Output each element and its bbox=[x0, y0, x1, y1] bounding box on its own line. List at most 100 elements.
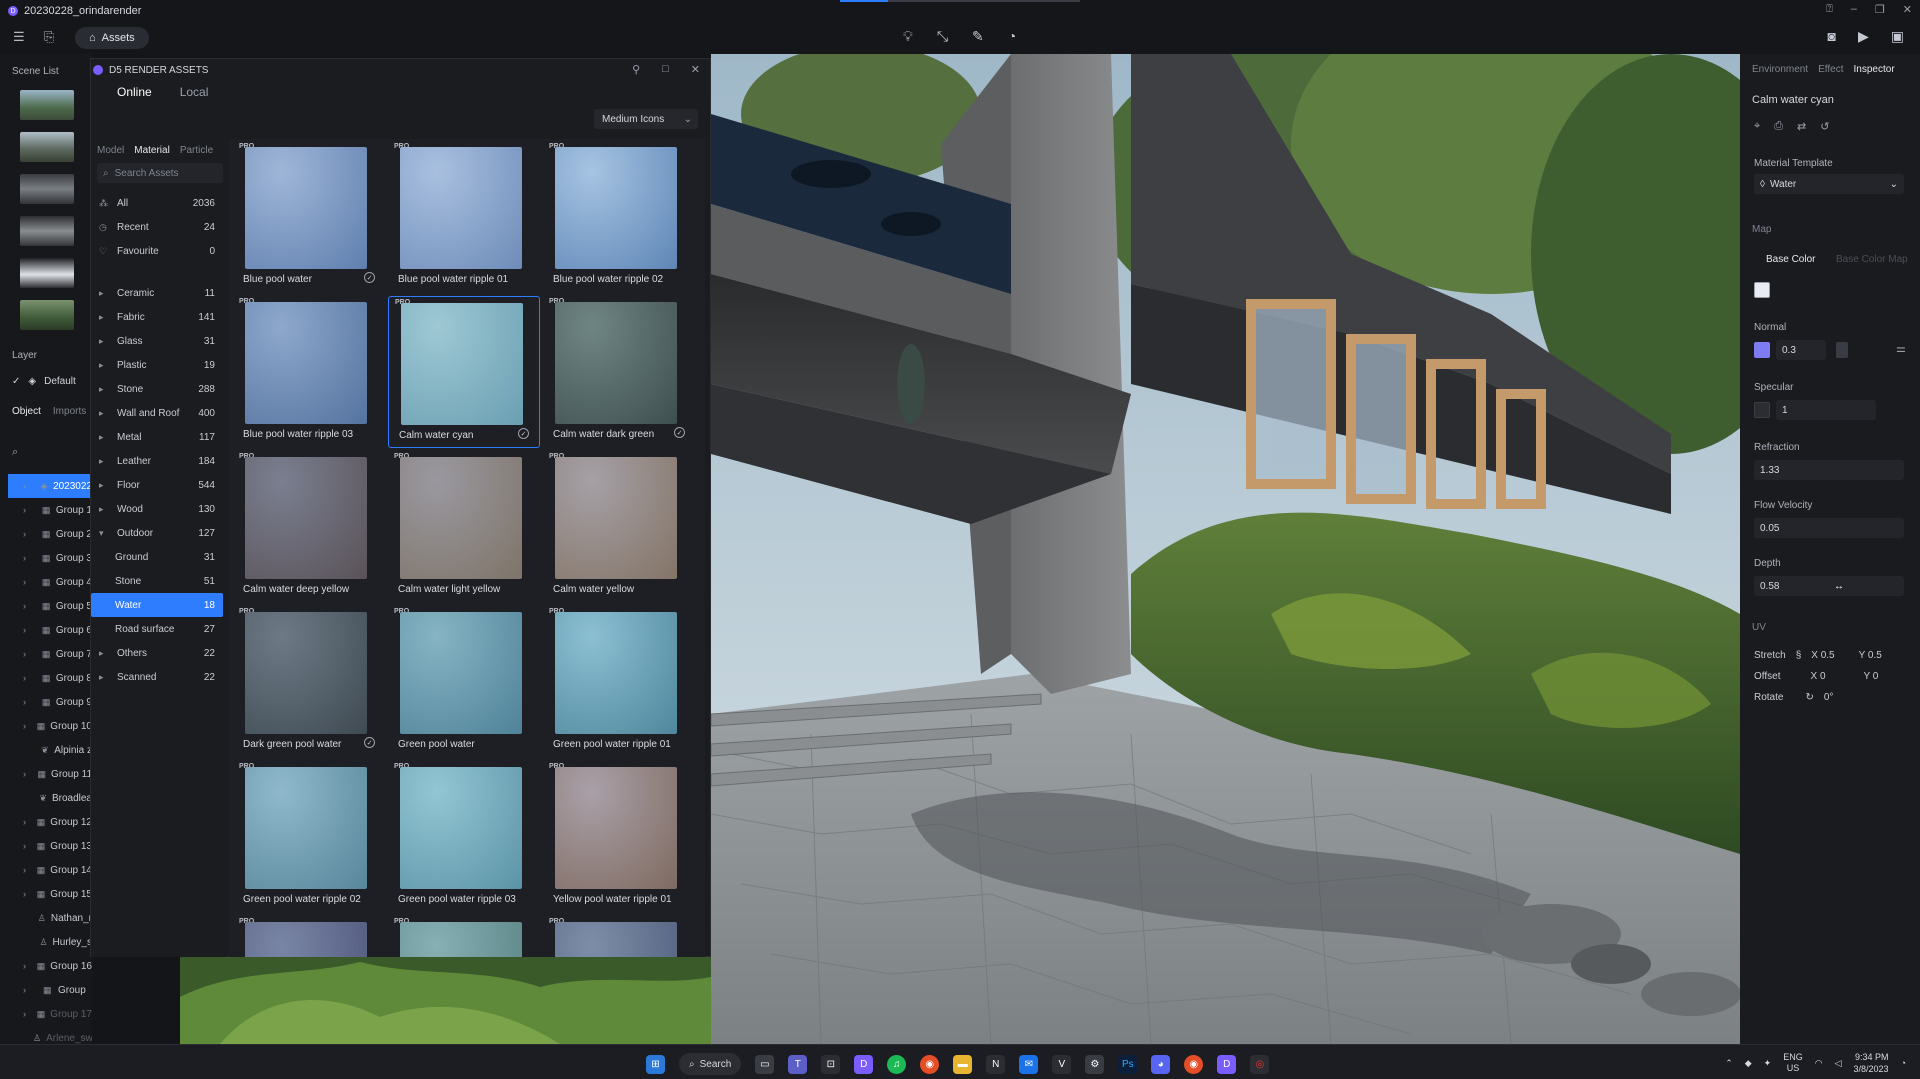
material-tile[interactable]: PROGreen pool water ripple 03 bbox=[388, 761, 540, 913]
caret-right-icon[interactable]: ▸ bbox=[99, 408, 111, 419]
filter-all[interactable]: ⁂ All 2036 bbox=[91, 191, 223, 215]
object-list-item[interactable]: ♙ Hurley_s bbox=[0, 930, 92, 954]
chevron-right-icon[interactable]: › bbox=[23, 673, 32, 683]
path-tool-icon[interactable]: ⤡ bbox=[937, 28, 948, 45]
taskbar-search[interactable]: ⌕ Search bbox=[679, 1053, 742, 1075]
normal-strength-field[interactable]: 0.3 bbox=[1776, 340, 1826, 360]
material-tile[interactable]: PRO bbox=[233, 916, 385, 957]
pin-icon[interactable]: ⚲ bbox=[632, 63, 640, 76]
object-list-item[interactable]: › ▦ Group 4 bbox=[0, 570, 92, 594]
pick-material-icon[interactable]: ⌖ bbox=[1754, 120, 1760, 133]
category-item[interactable]: ▸ Ceramic 11 bbox=[91, 281, 223, 305]
d5-app-icon[interactable]: D bbox=[854, 1054, 874, 1074]
scene-thumbnail[interactable] bbox=[20, 216, 74, 246]
material-tile[interactable]: PROCalm water deep yellow bbox=[233, 451, 385, 603]
file-explorer-icon[interactable]: ▬ bbox=[953, 1054, 973, 1074]
caret-right-icon[interactable]: ▸ bbox=[99, 432, 111, 443]
store-icon[interactable]: ⊡ bbox=[821, 1054, 841, 1074]
caret-right-icon[interactable]: ▸ bbox=[99, 672, 111, 683]
filter-recent[interactable]: ◷ Recent 24 bbox=[91, 215, 223, 239]
object-list-item[interactable]: › ▦ Group 7 bbox=[0, 642, 92, 666]
tray-app-icon[interactable]: ✦ bbox=[1764, 1058, 1772, 1069]
object-list-item[interactable]: › ▦ Group 2 bbox=[0, 522, 92, 546]
category-item[interactable]: ▸ Glass 31 bbox=[91, 329, 223, 353]
assets-window-header[interactable]: D5 RENDER ASSETS ⚲ □ ✕ bbox=[91, 59, 710, 81]
chevron-right-icon[interactable]: › bbox=[23, 1009, 27, 1019]
tab-particle[interactable]: Particle bbox=[180, 145, 213, 156]
object-list-item[interactable]: › ▦ Group 14 bbox=[0, 858, 92, 882]
object-list-item[interactable]: › ▦ Group 16 bbox=[0, 954, 92, 978]
language-indicator[interactable]: ENG US bbox=[1783, 1052, 1803, 1074]
assets-button[interactable]: ⌂ Assets bbox=[75, 27, 149, 49]
chevron-right-icon[interactable]: › bbox=[23, 985, 33, 995]
offset-y-field[interactable]: Y 0 bbox=[1864, 671, 1879, 682]
chevron-right-icon[interactable]: › bbox=[23, 841, 27, 851]
specular-field[interactable]: 1 bbox=[1776, 400, 1876, 420]
material-tile[interactable]: PROBlue pool water ripple 03 bbox=[233, 296, 385, 448]
scene-thumbnail[interactable] bbox=[20, 300, 74, 330]
reset-icon[interactable]: ↺ bbox=[1820, 120, 1829, 133]
stretch-y-field[interactable]: Y 0.5 bbox=[1859, 650, 1882, 661]
category-item[interactable]: Water 18 bbox=[91, 593, 223, 617]
caret-right-icon[interactable]: ▸ bbox=[99, 360, 111, 371]
caret-right-icon[interactable]: ▸ bbox=[99, 384, 111, 395]
notion-icon[interactable]: N bbox=[986, 1054, 1006, 1074]
object-list-item[interactable]: › ▦ Group 17 ◌ bbox=[0, 1002, 92, 1026]
minimize-icon[interactable]: – bbox=[1851, 3, 1857, 16]
material-tile[interactable]: PRO bbox=[388, 916, 540, 957]
object-list-item[interactable]: ♙Arlene_swimming_01◌ bbox=[0, 1026, 92, 1044]
tab-effect[interactable]: Effect bbox=[1818, 64, 1843, 75]
chevron-right-icon[interactable]: › bbox=[23, 625, 32, 635]
chevron-right-icon[interactable]: › bbox=[23, 865, 27, 875]
tray-app-icon[interactable]: ◆ bbox=[1745, 1058, 1752, 1069]
scene-thumbnail[interactable] bbox=[20, 132, 74, 162]
rotate-field[interactable]: 0° bbox=[1824, 692, 1834, 703]
normal-map-swatch[interactable] bbox=[1754, 342, 1770, 358]
spotify-icon[interactable]: ♫ bbox=[887, 1054, 907, 1074]
caret-right-icon[interactable]: ▸ bbox=[99, 648, 111, 659]
object-list-item[interactable]: › ▦ Group 9 bbox=[0, 690, 92, 714]
uv-section-header[interactable]: UV bbox=[1752, 622, 1766, 633]
tab-model[interactable]: Model bbox=[97, 145, 124, 156]
maximize-icon[interactable]: □ bbox=[662, 63, 669, 76]
hidden-eye-icon[interactable]: ◌ bbox=[81, 1009, 86, 1019]
tab-base-color[interactable]: Base Color bbox=[1766, 254, 1815, 265]
caret-right-icon[interactable]: ▸ bbox=[99, 288, 111, 299]
object-list-item[interactable]: › ◈ 2023022 bbox=[8, 474, 92, 498]
category-item[interactable]: ▸ Floor 544 bbox=[91, 473, 223, 497]
chrome-icon[interactable]: ◉ bbox=[1184, 1054, 1204, 1074]
chevron-up-icon[interactable]: ⌃ bbox=[1725, 1058, 1733, 1069]
filter-favourite[interactable]: ♡ Favourite 0 bbox=[91, 239, 223, 263]
notification-icon[interactable]: ◔ bbox=[1901, 1058, 1906, 1068]
scene-thumbnail[interactable] bbox=[20, 90, 74, 120]
scene-thumbnail[interactable] bbox=[20, 258, 74, 288]
object-list-item[interactable]: › ▦ Group 1 bbox=[0, 498, 92, 522]
caret-right-icon[interactable]: ▸ bbox=[99, 456, 111, 467]
render-output-icon[interactable]: ▣ bbox=[1891, 28, 1904, 45]
render-viewport[interactable] bbox=[711, 54, 1740, 1044]
tab-object[interactable]: Object bbox=[12, 406, 41, 417]
material-tile[interactable]: PROCalm water dark green✓ bbox=[543, 296, 695, 448]
category-item[interactable]: ▸ Plastic 19 bbox=[91, 353, 223, 377]
windows-start-icon[interactable]: ⊞ bbox=[646, 1054, 665, 1074]
category-item[interactable]: ▸ Leather 184 bbox=[91, 449, 223, 473]
object-list-item[interactable]: › ▦ Group 8 bbox=[0, 666, 92, 690]
material-tile[interactable]: PROGreen pool water bbox=[388, 606, 540, 758]
maximize-icon[interactable]: ❐ bbox=[1875, 3, 1885, 16]
layer-default-row[interactable]: ✓ ◈ Default bbox=[12, 376, 76, 387]
replace-material-icon[interactable]: ⇄ bbox=[1797, 120, 1806, 133]
category-item[interactable]: ▸ Scanned 22 bbox=[91, 665, 223, 689]
material-tile[interactable]: PRODark green pool water✓ bbox=[233, 606, 385, 758]
vectorworks-icon[interactable]: V bbox=[1052, 1054, 1072, 1074]
object-list-item[interactable]: › ▦ Group 13 bbox=[0, 834, 92, 858]
refraction-field[interactable]: 1.33 bbox=[1754, 460, 1904, 480]
asset-search-input[interactable]: ⌕ Search Assets bbox=[97, 163, 223, 183]
chevron-right-icon[interactable]: › bbox=[23, 577, 32, 587]
tab-environment[interactable]: Environment bbox=[1752, 64, 1808, 75]
category-item[interactable]: ▾ Outdoor 127 bbox=[91, 521, 223, 545]
category-item[interactable]: ▸ Wall and Roof 400 bbox=[91, 401, 223, 425]
specular-map-swatch[interactable] bbox=[1754, 402, 1770, 418]
search-icon[interactable]: ⌕ bbox=[12, 446, 18, 459]
caret-down-icon[interactable]: ▾ bbox=[99, 528, 111, 539]
material-tile[interactable]: PROCalm water cyan✓ bbox=[388, 296, 540, 448]
